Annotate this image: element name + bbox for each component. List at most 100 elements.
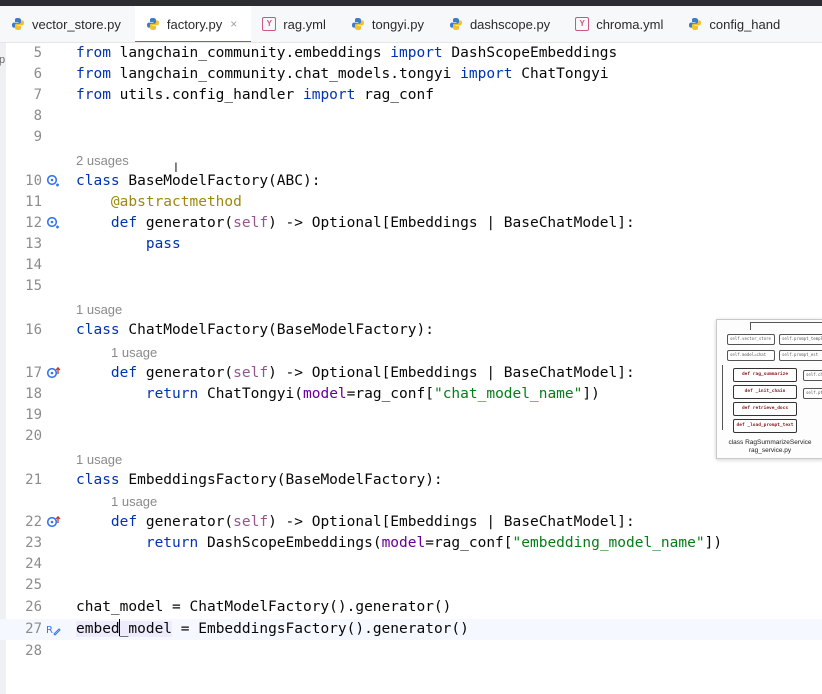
diagram-caption: rag_service.py: [748, 447, 792, 454]
code-line[interactable]: 12 def generator(self) -> Optional[Embed…: [0, 213, 822, 234]
python-file-icon: [350, 16, 366, 32]
implemented-by-icon[interactable]: [46, 174, 61, 189]
diagram-box: self.prompt_templ: [779, 334, 822, 345]
code-text[interactable]: chat_model = ChatModelFactory().generato…: [76, 597, 451, 618]
tab-label: factory.py: [166, 16, 223, 32]
tab-label: rag.yml: [283, 16, 326, 32]
code-line[interactable]: 16 class ChatModelFactory(BaseModelFacto…: [0, 320, 822, 341]
code-text[interactable]: return ChatTongyi(model=rag_conf["chat_m…: [76, 384, 600, 405]
yaml-file-icon: Y: [261, 16, 277, 32]
overrides-method-icon[interactable]: [46, 366, 61, 381]
tab-vector-store[interactable]: vector_store.py: [0, 6, 135, 42]
line-number: 27: [25, 621, 42, 637]
tab-label: tongyi.py: [371, 16, 424, 32]
code-line[interactable]: 13 pass: [0, 234, 822, 255]
code-line[interactable]: 18 return ChatTongyi(model=rag_conf["cha…: [0, 384, 822, 405]
code-text[interactable]: class BaseModelFactory(ABC):: [76, 171, 320, 192]
code-line[interactable]: 21 class EmbeddingsFactory(BaseModelFact…: [0, 470, 822, 491]
code-text[interactable]: embed_model = EmbeddingsFactory().genera…: [76, 619, 469, 640]
implemented-by-icon[interactable]: [46, 216, 61, 231]
line-number: 14: [25, 257, 42, 273]
diagram-method-box: def _load_prompt_text: [733, 419, 797, 433]
code-line[interactable]: 9: [0, 127, 822, 148]
code-line[interactable]: 24: [0, 554, 822, 575]
line-number: 24: [25, 556, 42, 572]
line-number: 12: [25, 215, 42, 231]
usages-hint[interactable]: 1 usage: [111, 342, 157, 363]
line-number: 5: [33, 45, 42, 61]
code-line[interactable]: 23 return DashScopeEmbeddings(model=rag_…: [0, 533, 822, 554]
diagram-method-box: def retrieve_docs: [733, 402, 797, 416]
code-text[interactable]: from langchain_community.embeddings impo…: [76, 43, 617, 64]
tab-dashscope[interactable]: dashscope.py: [438, 6, 564, 42]
yaml-file-icon: Y: [574, 16, 590, 32]
code-text[interactable]: return DashScopeEmbeddings(model=rag_con…: [76, 533, 722, 554]
code-line[interactable]: 10 class BaseModelFactory(ABC):: [0, 171, 822, 192]
code-text[interactable]: def generator(self) -> Optional[Embeddin…: [76, 213, 635, 234]
code-line[interactable]: 5 from langchain_community.embeddings im…: [0, 43, 822, 64]
code-text[interactable]: class ChatModelFactory(BaseModelFactory)…: [76, 320, 434, 341]
code-line[interactable]: 8: [0, 106, 822, 127]
diagram-thumbnail-overlay[interactable]: self.vector_store self.prompt_templ self…: [716, 319, 822, 459]
code-line[interactable]: 14: [0, 255, 822, 276]
code-text[interactable]: @abstractmethod: [76, 192, 242, 213]
code-line[interactable]: 22 def generator(self) -> Optional[Embed…: [0, 512, 822, 533]
rename-refactor-icon[interactable]: R: [46, 622, 61, 637]
editor-tab-bar: vector_store.py factory.py × Y rag.yml t…: [0, 6, 822, 43]
diagram-method-box: def _init_chain: [733, 385, 797, 399]
code-line[interactable]: 28: [0, 641, 822, 662]
code-line[interactable]: 15: [0, 276, 822, 297]
overrides-method-icon[interactable]: [46, 515, 61, 530]
code-editor[interactable]: 5 from langchain_community.embeddings im…: [0, 43, 822, 694]
line-number: 22: [25, 514, 42, 530]
close-icon[interactable]: ×: [230, 17, 237, 31]
code-text[interactable]: def generator(self) -> Optional[Embeddin…: [76, 512, 635, 533]
python-file-icon: [10, 16, 26, 32]
code-text[interactable]: from langchain_community.chat_models.ton…: [76, 64, 609, 85]
tab-factory[interactable]: factory.py ×: [134, 6, 252, 42]
code-line[interactable]: 19: [0, 405, 822, 426]
line-number: 13: [25, 236, 42, 252]
line-number: 6: [33, 66, 42, 82]
tab-label: config_hand: [709, 16, 781, 32]
line-number: 7: [33, 87, 42, 103]
code-line[interactable]: 26 chat_model = ChatModelFactory().gener…: [0, 597, 822, 618]
code-line[interactable]: 17 def generator(self) -> Optional[Embed…: [0, 363, 822, 384]
diagram-box: self.prompt_est: [779, 350, 822, 361]
usages-hint[interactable]: 1 usage: [76, 299, 122, 320]
line-number: 9: [33, 129, 42, 145]
code-text[interactable]: from utils.config_handler import rag_con…: [76, 85, 434, 106]
code-line-current[interactable]: 27 R embed_model = EmbeddingsFactory().g…: [0, 619, 822, 640]
code-line[interactable]: 7 from utils.config_handler import rag_c…: [0, 85, 822, 106]
tab-label: dashscope.py: [469, 16, 551, 32]
diagram-box: self.ch: [803, 370, 822, 381]
tab-tongyi[interactable]: tongyi.py: [340, 6, 438, 42]
line-number: 21: [25, 472, 42, 488]
diagram-caption: class RagSummarizeService: [728, 439, 812, 446]
code-text[interactable]: def generator(self) -> Optional[Embeddin…: [76, 363, 635, 384]
code-line[interactable]: 20: [0, 426, 822, 447]
code-text[interactable]: class EmbeddingsFactory(BaseModelFactory…: [76, 470, 443, 491]
diagram-method-box: def rag_summarize: [733, 368, 797, 382]
tab-chroma-yml[interactable]: Y chroma.yml: [564, 6, 677, 42]
code-text[interactable]: pass: [76, 234, 181, 255]
usages-hint[interactable]: 2 usages: [76, 150, 129, 171]
code-line[interactable]: 11 @abstractmethod: [0, 192, 822, 213]
code-line[interactable]: 25: [0, 575, 822, 596]
line-number: 26: [25, 599, 42, 615]
diagram-box: self.vector_store: [727, 334, 775, 345]
tab-config-handler[interactable]: config_hand: [677, 6, 794, 42]
line-number: 11: [25, 194, 42, 210]
tab-label: chroma.yml: [596, 16, 664, 32]
diagram-box: self.pt: [803, 388, 822, 399]
usages-hint[interactable]: 1 usage: [111, 491, 157, 512]
diagram-box: self.model=chat: [727, 350, 775, 361]
usages-hint[interactable]: 1 usage: [76, 449, 122, 470]
svg-text:R: R: [46, 625, 53, 636]
python-file-icon: [687, 16, 703, 32]
line-number: 25: [25, 577, 42, 593]
code-line[interactable]: 6 from langchain_community.chat_models.t…: [0, 64, 822, 85]
line-number: 8: [33, 108, 42, 124]
tab-rag-yml[interactable]: Y rag.yml: [251, 6, 340, 42]
line-number: 20: [25, 428, 42, 444]
